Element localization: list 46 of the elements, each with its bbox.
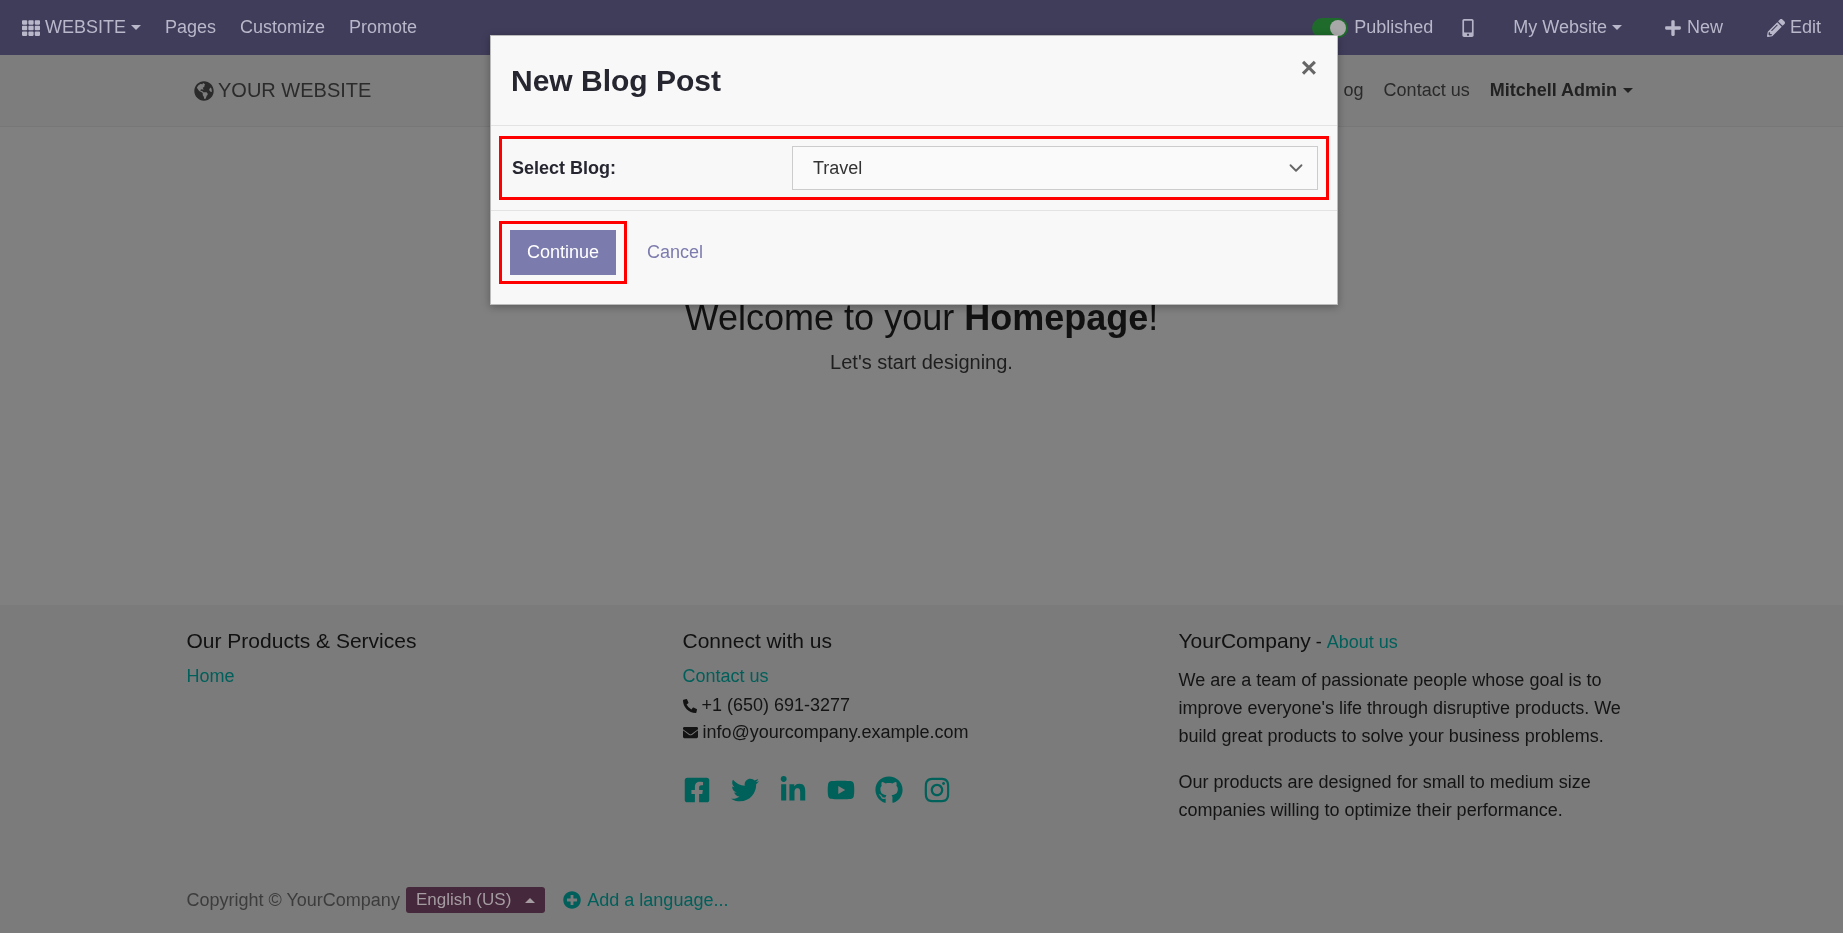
user-menu[interactable]: Mitchell Admin (1479, 80, 1633, 101)
hero-subtitle: Let's start designing. (830, 351, 1013, 374)
twitter-icon[interactable] (730, 776, 759, 804)
cancel-link[interactable]: Cancel (647, 242, 704, 263)
phone-text: +1 (650) 691-3277 (701, 694, 851, 717)
app-menu[interactable]: WEBSITE (10, 11, 153, 44)
envelope-icon (682, 725, 698, 740)
footer-heading: Connect with us (682, 629, 832, 653)
menu-item[interactable]: Pages (153, 11, 229, 44)
hero-title: Welcome to your Homepage! (684, 297, 1159, 339)
email-text: info@yourcompany.example.com (702, 721, 969, 744)
caret-icon (1611, 25, 1622, 30)
plus-icon (1663, 18, 1682, 37)
linkedin-icon[interactable] (778, 776, 807, 804)
pencil-icon (1766, 18, 1785, 37)
footer-heading: YourCompany (1178, 629, 1311, 653)
footer-heading: Our Products & Services (186, 629, 417, 653)
caret-icon (131, 25, 141, 30)
about-text: Our products are designed for small to medium size companies willing to optimize their performance. (1178, 771, 1592, 822)
menu-item[interactable]: Customize (228, 11, 338, 44)
phone-icon (682, 698, 697, 713)
dash-text: - (1315, 632, 1322, 653)
caret-icon (1623, 88, 1633, 93)
copyright-text: Copyright © YourCompany (186, 889, 400, 911)
language-button[interactable]: English (US) (405, 887, 546, 913)
about-text: We are a team of passionate people whose goal is to improve everyone's life through disruptive products. We build great products to solve your business problems. (1178, 669, 1622, 748)
nav-link[interactable]: og (1333, 80, 1374, 101)
globe-icon (194, 80, 214, 101)
dialog-title: New Blog Post (511, 63, 721, 98)
github-icon[interactable] (874, 776, 903, 804)
published-toggle[interactable] (1312, 17, 1349, 38)
blog-select[interactable]: Travel (792, 146, 1318, 190)
edit-button[interactable]: Edit (1754, 11, 1833, 44)
website-menu[interactable]: My Website (1501, 11, 1634, 44)
new-button[interactable]: New (1651, 11, 1735, 44)
instagram-icon[interactable] (922, 776, 951, 804)
facebook-icon[interactable] (682, 776, 711, 804)
nav-link[interactable]: Contact us (1373, 80, 1480, 101)
site-logo[interactable]: YOUR WEBSITE (194, 79, 372, 102)
grid-icon (22, 18, 40, 37)
menu-item[interactable]: Promote (337, 11, 430, 44)
field-label: Select Blog: (512, 157, 618, 179)
caret-icon (525, 897, 536, 903)
published-label: Published (1354, 16, 1435, 39)
close-button[interactable]: × (1300, 52, 1317, 84)
continue-button[interactable]: Continue (510, 230, 617, 275)
